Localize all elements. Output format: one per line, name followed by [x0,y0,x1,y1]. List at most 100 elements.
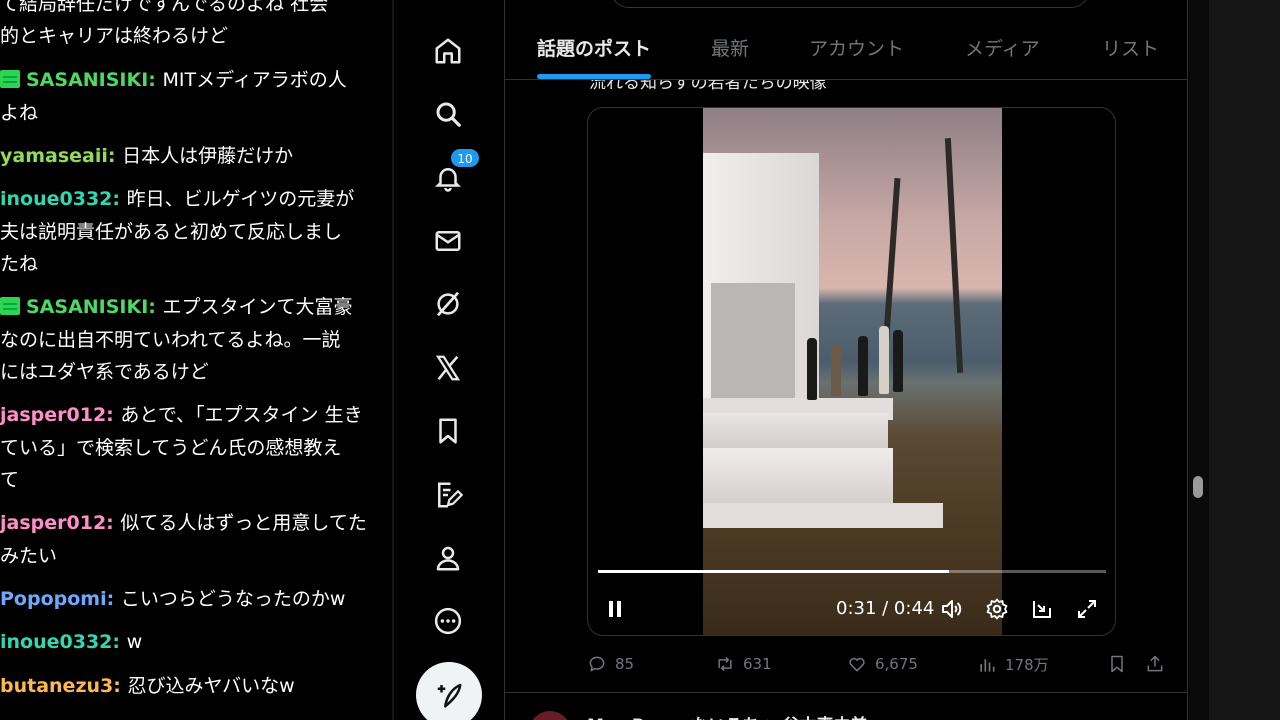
like-icon [849,657,865,672]
video-frame [703,108,1002,635]
video-progress-bar[interactable] [598,570,1106,573]
nav-messages[interactable] [426,219,470,263]
repost-count: 631 [743,655,772,673]
sidebar-nav: 10 [394,0,504,720]
chat-message: yamaseaii: 日本人は伊藤だけか [0,145,294,167]
right-panel [1209,0,1280,720]
chat-text-continued: よね [0,101,39,124]
chat-username: jasper012 [0,404,107,426]
grok-icon [436,291,460,317]
volume-button[interactable] [939,596,965,622]
chat-text: あとで、「エプスタイン 生き [120,404,363,426]
chat-text: 日本人は伊藤だけか [122,145,294,167]
gear-icon [986,598,1008,620]
post-actions: 85 631 6,675 178万 [505,650,1187,680]
active-tab-indicator [537,74,651,79]
search-bar[interactable] [610,0,1090,8]
chat-username: inoue0332 [0,188,113,210]
video-player[interactable]: 0:31 / 0:44 [587,107,1116,636]
fullscreen-button[interactable] [1074,596,1100,622]
chat-fragment: て結局辞任だけですんでるのよね 社会 [0,0,329,15]
tab-bar: 話題のポスト 最新 アカウント メディア リスト [505,14,1187,80]
pause-icon [609,601,621,617]
chat-text: MITメディアラボの人 [162,69,347,91]
tab-lists[interactable]: リスト [1102,34,1159,61]
chat-username: SASANISIKI [26,296,149,318]
chat-username: Popopomi [0,588,107,610]
next-post-author[interactable]: May Rama ないろちゃ 谷本真由美 [587,711,867,720]
badge-icon [0,297,20,315]
pip-icon [1033,601,1051,618]
live-chat-panel: て結局辞任だけですんでるのよね 社会 的とキャリアは終わるけど SASANISI… [0,0,392,720]
chat-username: butanezu3 [0,675,114,697]
bookmark-post-button[interactable] [1107,654,1135,674]
chat-username: inoue0332 [0,631,113,653]
chat-username: yamaseaii [0,145,108,167]
x-logo-icon [435,355,461,381]
nav-premium[interactable] [426,346,470,390]
chat-text-continued: ている」で検索してうどん氏の感想教え [0,436,342,459]
like-button[interactable]: 6,675 [847,654,918,674]
chat-message: butanezu3: 忍び込みヤバいなw [0,675,295,697]
volume-icon [942,600,962,618]
nav-profile[interactable] [426,536,470,580]
nav-grok[interactable] [426,282,470,326]
bookmark-icon [1111,655,1123,673]
chat-text-continued: て [0,469,20,491]
compose-icon [437,683,462,708]
chat-message: SASANISIKI: MITメディアラボの人 [0,64,385,97]
chat-text-continued: 夫は説明責任があると初めて反応しまし [0,220,343,243]
nav-more[interactable] [426,599,470,643]
nav-explore[interactable] [426,92,470,136]
chat-text: w [126,631,143,653]
video-time: 0:31 / 0:44 [836,598,935,619]
share-button[interactable] [1145,654,1173,674]
pause-button[interactable] [602,596,628,622]
home-icon [435,38,461,64]
next-post[interactable]: May Rama ないろちゃ 谷本真由美 [505,692,1187,720]
picture-in-picture-button[interactable] [1029,596,1055,622]
tab-accounts[interactable]: アカウント [809,34,904,61]
notification-count-badge: 10 [450,148,480,168]
settings-button[interactable] [984,596,1010,622]
video-progress-fill [598,570,949,573]
right-sidebar [1189,0,1280,720]
compose-post-button[interactable] [416,662,482,720]
chat-message: inoue0332: w [0,631,143,653]
tab-media[interactable]: メディア [965,34,1040,61]
chat-message: jasper012: あとで、「エプスタイン 生き [0,404,363,426]
chat-fragment: 的とキャリアは終わるけど [0,25,229,47]
views-button[interactable]: 178万 [977,654,1049,675]
chat-text: 忍び込みヤバいなw [127,675,295,697]
chat-text: こいつらどうなったのかw [120,588,346,610]
tab-latest[interactable]: 最新 [711,34,749,61]
bookmark-icon [439,418,457,444]
views-icon [980,658,995,672]
chat-message: jasper012: 似てる人はずっと用意してた [0,512,367,534]
chat-message: Popopomi: こいつらどうなったのかw [0,588,346,610]
fullscreen-icon [1078,600,1096,618]
chat-text: 似てる人はずっと用意してた [120,512,367,534]
nav-articles[interactable] [426,473,470,517]
more-icon [434,607,462,635]
reply-icon [589,656,605,672]
chat-username: SASANISIKI [26,69,149,91]
nav-home[interactable] [426,29,470,73]
nav-bookmarks[interactable] [426,409,470,453]
like-count: 6,675 [875,655,918,673]
nav-notifications[interactable]: 10 [426,148,480,200]
mail-icon [435,231,461,251]
search-icon [436,102,461,127]
repost-icon [718,656,732,672]
tab-trending-posts[interactable]: 話題のポスト [537,34,651,61]
chat-username: jasper012 [0,512,107,534]
edit-note-icon [438,482,463,508]
scrollbar[interactable] [1193,476,1203,498]
reply-button[interactable]: 85 [587,654,634,674]
chat-message: inoue0332: 昨日、ビルゲイツの元妻が [0,188,355,210]
avatar[interactable] [529,711,571,720]
repost-button[interactable]: 631 [715,654,772,674]
share-icon [1147,655,1163,672]
views-count: 178万 [1005,656,1049,674]
chat-text-continued: にはユダヤ系であるけど [0,361,209,383]
